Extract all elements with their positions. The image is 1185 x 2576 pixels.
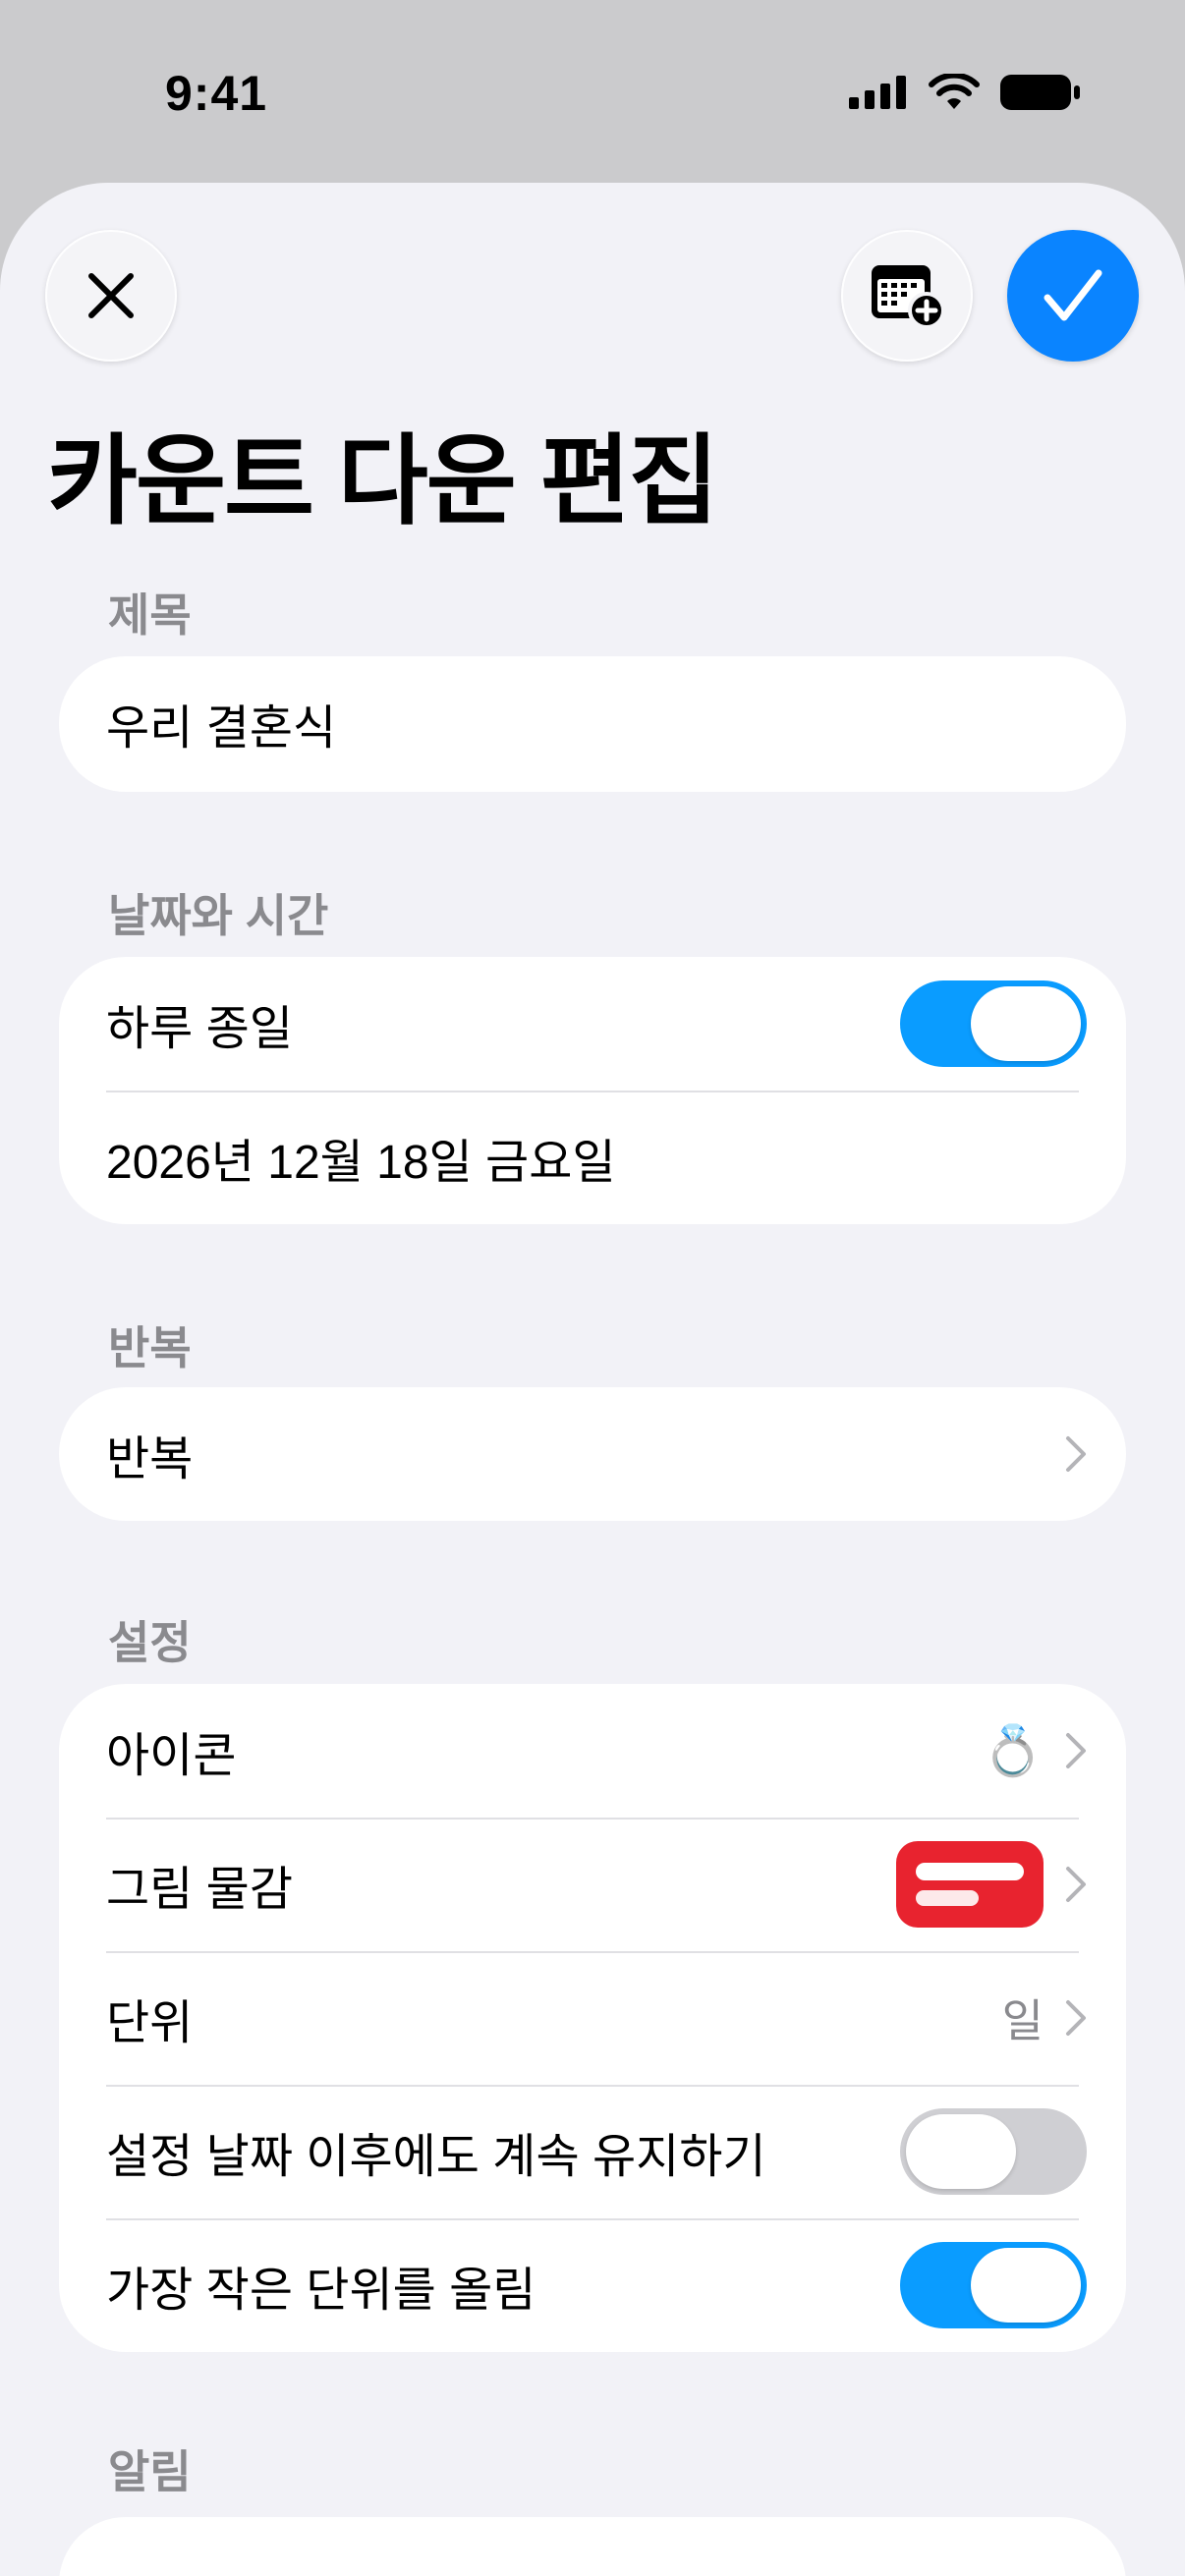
wifi-icon	[929, 74, 980, 109]
section-label-title: 제목	[108, 589, 192, 641]
section-label-alerts: 알림	[108, 2446, 192, 2497]
round-up-toggle[interactable]	[900, 2242, 1087, 2328]
toggle-knob	[971, 986, 1081, 1061]
xmark-icon	[88, 273, 134, 318]
keep-after-date-toggle[interactable]	[900, 2108, 1087, 2195]
repeat-card: 반복	[59, 1387, 1126, 1521]
icon-row[interactable]: 아이콘 💍	[59, 1684, 1126, 1818]
toggle-knob	[971, 2248, 1081, 2323]
add-to-calendar-button[interactable]	[841, 230, 973, 362]
date-row[interactable]: 2026년 12월 18일 금요일	[59, 1091, 1126, 1224]
unit-row[interactable]: 단위 일	[59, 1951, 1126, 2085]
repeat-row[interactable]: 반복	[59, 1387, 1126, 1521]
ring-icon: 💍	[982, 1723, 1044, 1778]
all-day-label: 하루 종일	[106, 1003, 293, 1055]
battery-icon	[1000, 75, 1080, 110]
edit-countdown-sheet: 카운트 다운 편집 제목 우리 결혼식 날짜와 시간 하루 종일 2026년 1…	[0, 183, 1185, 2576]
checkmark-icon	[1044, 269, 1102, 321]
section-label-datetime: 날짜와 시간	[108, 890, 329, 941]
round-up-label: 가장 작은 단위를 올림	[106, 2265, 536, 2317]
datetime-card: 하루 종일 2026년 12월 18일 금요일	[59, 957, 1126, 1224]
chevron-right-icon	[1066, 1867, 1086, 1902]
chevron-right-icon	[1066, 2000, 1086, 2036]
status-time: 9:41	[165, 66, 268, 121]
title-card: 우리 결혼식	[59, 656, 1126, 792]
page-title: 카운트 다운 편집	[47, 426, 719, 536]
repeat-label: 반복	[106, 1433, 194, 1485]
texture-label: 그림 물감	[106, 1864, 293, 1916]
texture-row[interactable]: 그림 물감	[59, 1818, 1126, 1951]
cellular-signal-icon	[849, 76, 906, 109]
icon-label: 아이콘	[106, 1730, 237, 1782]
confirm-button[interactable]	[1007, 230, 1139, 362]
section-label-settings: 설정	[108, 1617, 192, 1668]
chevron-right-icon	[1066, 1436, 1086, 1472]
unit-label: 단위	[106, 1997, 194, 2049]
keep-after-date-row: 설정 날짜 이후에도 계속 유지하기	[59, 2085, 1126, 2218]
texture-swatch	[896, 1841, 1044, 1928]
round-up-row: 가장 작은 단위를 올림	[59, 2218, 1126, 2352]
keep-after-date-label: 설정 날짜 이후에도 계속 유지하기	[106, 2131, 766, 2183]
alerts-card	[59, 2517, 1126, 2576]
unit-value: 일	[1001, 1995, 1044, 2046]
date-value: 2026년 12월 18일 금요일	[106, 1137, 616, 1189]
section-label-repeat: 반복	[108, 1322, 192, 1373]
all-day-row: 하루 종일	[59, 957, 1126, 1091]
all-day-toggle[interactable]	[900, 980, 1087, 1067]
title-field[interactable]: 우리 결혼식	[59, 656, 1126, 790]
toggle-knob	[906, 2114, 1016, 2189]
close-button[interactable]	[45, 230, 177, 362]
chevron-right-icon	[1066, 1733, 1086, 1768]
status-bar: 9:41	[0, 0, 1185, 187]
calendar-add-icon	[872, 265, 945, 329]
status-icons	[849, 73, 1081, 112]
title-field-value: 우리 결혼식	[106, 702, 337, 755]
settings-card: 아이콘 💍 그림 물감 단위 일 설정 날짜 이후에도 계속 유지하기 가장 작…	[59, 1684, 1126, 2352]
